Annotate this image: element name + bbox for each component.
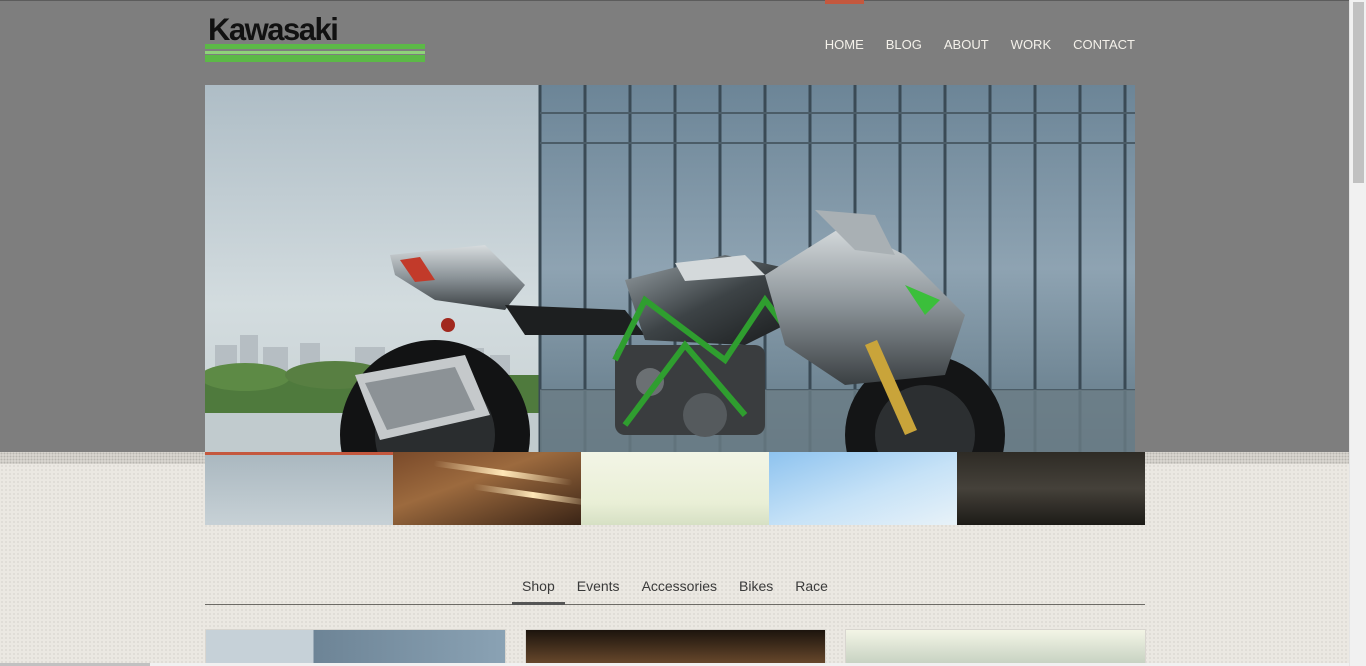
logo-stripe (205, 51, 425, 54)
nav-about[interactable]: ABOUT (944, 0, 989, 60)
nav-contact[interactable]: CONTACT (1073, 0, 1135, 60)
product-card[interactable] (525, 629, 826, 666)
tab-events[interactable]: Events (567, 572, 630, 604)
tab-race[interactable]: Race (785, 572, 838, 604)
main-nav: HOME BLOG ABOUT WORK CONTACT (803, 0, 1135, 60)
tab-shop[interactable]: Shop (512, 572, 565, 605)
nav-blog[interactable]: BLOG (886, 0, 922, 60)
product-card[interactable] (845, 629, 1146, 666)
nav-home[interactable]: HOME (824, 0, 864, 60)
logo-stripe (205, 44, 425, 49)
dark-trees-thumbnail[interactable] (957, 452, 1145, 525)
logo-stripe (205, 55, 425, 62)
kawasaki-logo[interactable]: Kawasaki (205, 12, 425, 64)
nav-work[interactable]: WORK (1011, 0, 1051, 60)
tab-bikes[interactable]: Bikes (729, 572, 783, 604)
slider-thumbnails (205, 452, 1145, 525)
blue-sky-thumbnail[interactable] (769, 452, 957, 525)
logo-wordmark: Kawasaki (208, 11, 339, 48)
category-tabs: Shop Events Accessories Bikes Race (205, 572, 1145, 605)
hazy-hills-thumbnail[interactable] (581, 452, 769, 525)
warehouse-lights-thumbnail[interactable] (393, 452, 581, 525)
vertical-scrollbar[interactable] (1349, 0, 1366, 666)
motorcycle-photo (205, 85, 1135, 452)
scrollbar-thumb[interactable] (1353, 2, 1364, 183)
sky-thumbnail[interactable] (205, 452, 393, 525)
product-card[interactable] (205, 629, 506, 666)
hero-slide[interactable] (205, 85, 1135, 452)
tab-accessories[interactable]: Accessories (632, 572, 727, 604)
